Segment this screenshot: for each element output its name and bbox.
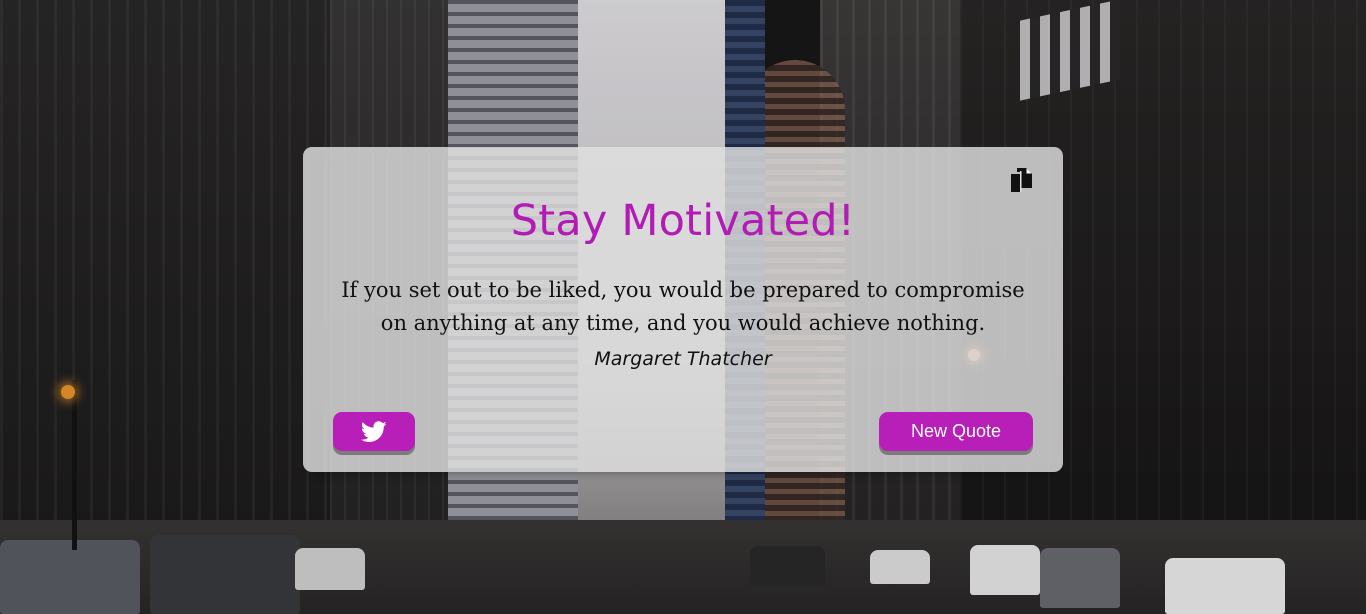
new-quote-button[interactable]: New Quote <box>879 412 1033 451</box>
copy-icon <box>1011 168 1032 192</box>
quote-text: If you set out to be liked, you would be… <box>341 278 1025 335</box>
page-title: Stay Motivated! <box>510 196 856 246</box>
tweet-quote-button[interactable] <box>333 412 415 451</box>
quote-author: Margaret Thatcher <box>594 348 772 370</box>
twitter-icon <box>361 420 387 442</box>
